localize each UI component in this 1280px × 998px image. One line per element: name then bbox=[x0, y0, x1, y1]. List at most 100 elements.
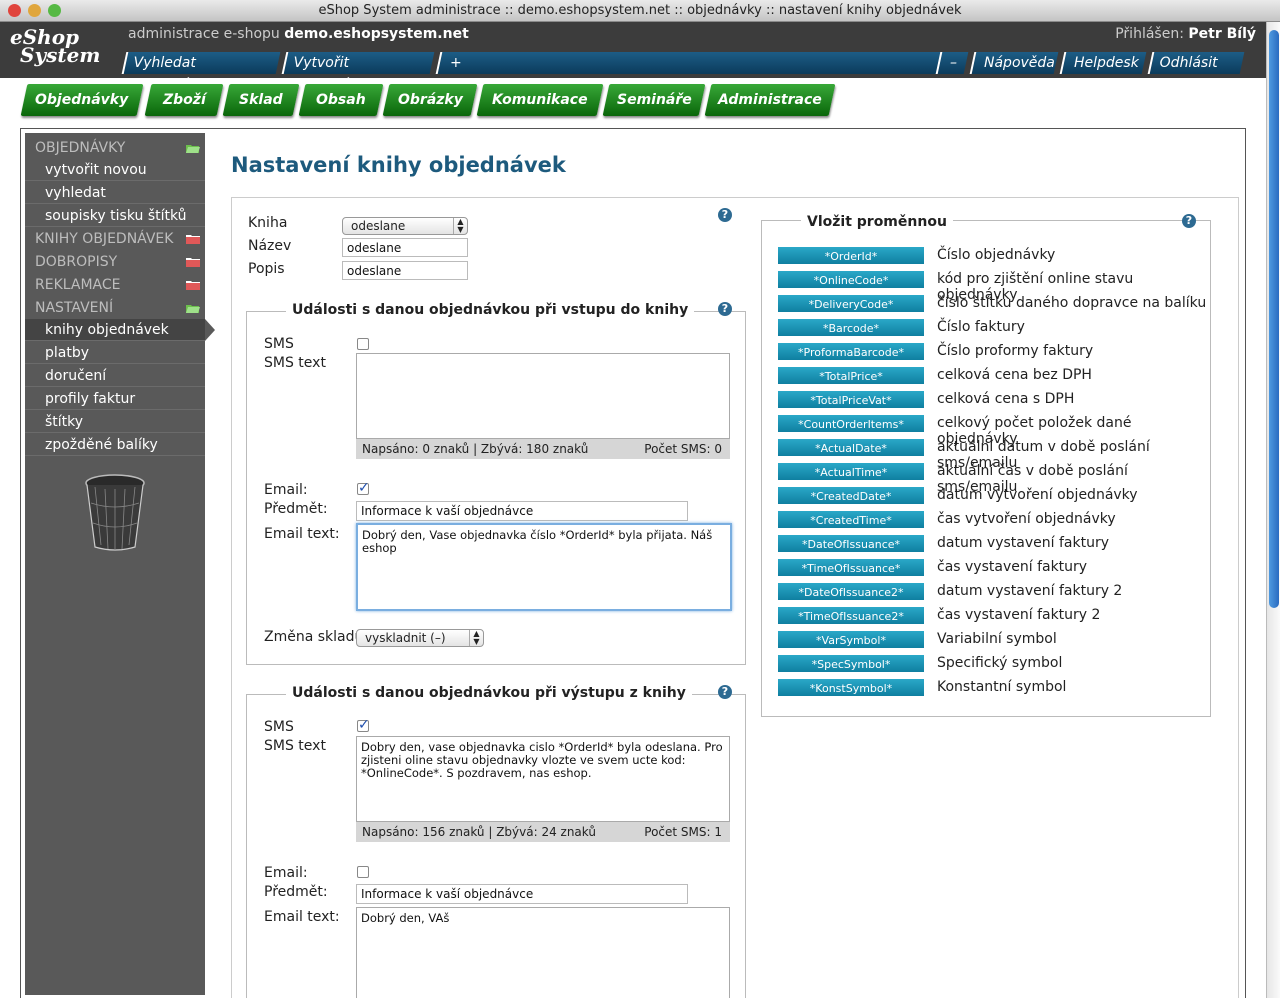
active-pointer-icon bbox=[205, 319, 215, 341]
variable-description: datum vystavení faktury bbox=[937, 535, 1109, 551]
variable-description: čas vytvoření objednávky bbox=[937, 511, 1116, 527]
sidebar-item-labels[interactable]: štítky bbox=[25, 411, 205, 433]
help-icon[interactable]: ? bbox=[718, 685, 732, 699]
insert-variable-button[interactable]: *KonstSymbol* bbox=[777, 678, 925, 697]
entry-email-checkbox[interactable] bbox=[357, 480, 370, 496]
nav-stock[interactable]: Sklad bbox=[222, 84, 300, 116]
insert-variable-button[interactable]: *OnlineCode* bbox=[777, 270, 925, 289]
content-panel: OBJEDNÁVKY vytvořit novou vyhledat soupi… bbox=[20, 128, 1246, 998]
sidebar-item-deliveries[interactable]: doručení bbox=[25, 365, 205, 387]
sidebar-item-invoice-profiles[interactable]: profily faktur bbox=[25, 388, 205, 410]
variable-description: datum vystavení faktury 2 bbox=[937, 583, 1123, 599]
exit-sms-label: SMS bbox=[264, 719, 294, 735]
admin-domain-line: administrace e-shopu demo.eshopsystem.ne… bbox=[128, 26, 469, 42]
insert-variable-button[interactable]: *TotalPriceVat* bbox=[777, 390, 925, 409]
insert-variable-button[interactable]: *CreatedTime* bbox=[777, 510, 925, 529]
nav-communication[interactable]: Komunikace bbox=[476, 84, 604, 116]
scrollbar-thumb[interactable] bbox=[1269, 30, 1279, 608]
sidebar-item-order-books[interactable]: knihy objednávek bbox=[25, 319, 205, 341]
nav-orders[interactable]: Objednávky bbox=[20, 84, 144, 116]
select-arrows-icon: ▲ ▼ bbox=[469, 630, 483, 646]
insert-variable-button[interactable]: *SpecSymbol* bbox=[777, 654, 925, 673]
sidebar-item-label: soupisky tisku štítků bbox=[45, 208, 187, 224]
sidebar-item-payments[interactable]: platby bbox=[25, 342, 205, 364]
close-window-button[interactable] bbox=[8, 4, 21, 17]
sidebar-item-search[interactable]: vyhledat bbox=[25, 182, 205, 204]
entry-email-textarea[interactable]: Dobrý den, Vase objednavka číslo *OrderI… bbox=[356, 523, 732, 611]
settings-form: Kniha odeslane ▲ ▼ Název odeslane Popis od… bbox=[231, 197, 1239, 998]
variable-description: Konstantní symbol bbox=[937, 679, 1067, 695]
sidebar-section-settings[interactable]: NASTAVENÍ bbox=[25, 297, 205, 319]
eshop-logo[interactable]: eShop System bbox=[10, 27, 110, 76]
sidebar-item-create-new[interactable]: vytvořit novou bbox=[25, 159, 205, 181]
sidebar-section-credit-notes[interactable]: DOBROPISY bbox=[25, 251, 205, 273]
page-title: Nastavení knihy objednávek bbox=[231, 153, 566, 177]
entry-stock-select[interactable]: vyskladnit (–) ▲ ▼ bbox=[356, 629, 484, 647]
logged-user: Přihlášen: Petr Bílý bbox=[1115, 26, 1256, 42]
insert-variable-button[interactable]: *DateOfIssuance2* bbox=[777, 582, 925, 601]
sidebar-item-label: platby bbox=[45, 345, 90, 361]
help-icon[interactable]: ? bbox=[718, 208, 732, 222]
nav-administration[interactable]: Administrace bbox=[704, 84, 836, 116]
search-order-tab[interactable]: Vyhledat objednávku bbox=[121, 52, 281, 93]
insert-variable-button[interactable]: *DateOfIssuance* bbox=[777, 534, 925, 553]
exit-email-textarea[interactable]: Dobrý den, VAš bbox=[356, 907, 730, 998]
sidebar-item-label-lists[interactable]: soupisky tisku štítků bbox=[25, 205, 205, 227]
entry-subject-label: Předmět: bbox=[264, 501, 328, 517]
insert-variable-button[interactable]: *ActualDate* bbox=[777, 438, 925, 457]
exit-subject-input[interactable]: Informace k vaší objednávce bbox=[356, 884, 688, 904]
insert-variable-button[interactable]: *ActualTime* bbox=[777, 462, 925, 481]
sidebar-section-orders[interactable]: OBJEDNÁVKY bbox=[25, 137, 205, 159]
exit-sms-checkbox[interactable] bbox=[357, 717, 370, 733]
name-label: Název bbox=[248, 238, 292, 254]
nav-goods[interactable]: Zboží bbox=[144, 84, 224, 116]
nav-content[interactable]: Obsah bbox=[298, 84, 384, 116]
help-icon[interactable]: ? bbox=[718, 302, 732, 316]
entry-sms-textarea[interactable] bbox=[356, 353, 730, 439]
exit-email-checkbox[interactable] bbox=[357, 866, 369, 878]
insert-variable-button[interactable]: *CreatedDate* bbox=[777, 486, 925, 505]
help-icon[interactable]: ? bbox=[1182, 214, 1196, 228]
insert-variable-button[interactable]: *DeliveryCode* bbox=[777, 294, 925, 313]
sidebar-section-books[interactable]: KNIHY OBJEDNÁVEK bbox=[25, 228, 205, 250]
create-order-tab[interactable]: Vytvořit objednávku bbox=[281, 52, 435, 93]
variable-description: čas vystavení faktury bbox=[937, 559, 1088, 575]
variable-description: Specifický symbol bbox=[937, 655, 1063, 671]
helpdesk-tab[interactable]: Helpdesk bbox=[1059, 52, 1147, 74]
book-select[interactable]: odeslane ▲ ▼ bbox=[342, 217, 468, 235]
description-input[interactable]: odeslane bbox=[342, 261, 468, 280]
insert-variable-button[interactable]: *CountOrderItems* bbox=[777, 414, 925, 433]
insert-variable-button[interactable]: *VarSymbol* bbox=[777, 630, 925, 649]
zoom-window-button[interactable] bbox=[48, 4, 61, 17]
logo-text-2: System bbox=[20, 43, 101, 67]
collapse-tab[interactable]: – bbox=[935, 52, 969, 74]
nav-seminars[interactable]: Semináře bbox=[602, 84, 706, 116]
nav-communication-label: Komunikace bbox=[492, 92, 588, 108]
entry-subject-input[interactable]: Informace k vaší objednávce bbox=[356, 501, 688, 521]
minimize-window-button[interactable] bbox=[28, 4, 41, 17]
insert-variable-button[interactable]: *OrderId* bbox=[777, 246, 925, 265]
trash-icon[interactable] bbox=[85, 473, 145, 553]
nav-images[interactable]: Obrázky bbox=[382, 84, 478, 116]
entry-sms-checkbox[interactable] bbox=[357, 338, 369, 350]
sidebar-item-label: knihy objednávek bbox=[45, 322, 169, 338]
exit-sms-counter: Napsáno: 156 znaků | Zbývá: 24 znaků Poče… bbox=[356, 822, 730, 842]
name-input[interactable]: odeslane bbox=[342, 238, 468, 257]
insert-variable-button[interactable]: *TotalPrice* bbox=[777, 366, 925, 385]
insert-variable-button[interactable]: *Barcode* bbox=[777, 318, 925, 337]
page-scrollbar[interactable] bbox=[1266, 22, 1280, 998]
help-tab[interactable]: Nápověda bbox=[969, 52, 1059, 74]
insert-variable-button[interactable]: *TimeOfIssuance2* bbox=[777, 606, 925, 625]
sidebar-item-label: doručení bbox=[45, 368, 107, 384]
book-label: Kniha bbox=[248, 215, 288, 231]
logged-prefix: Přihlášen: bbox=[1115, 26, 1189, 42]
sidebar-item-delayed-packages[interactable]: zpožděné balíky bbox=[25, 434, 205, 456]
nav-stock-label: Sklad bbox=[239, 92, 283, 108]
insert-variable-button[interactable]: *TimeOfIssuance* bbox=[777, 558, 925, 577]
insert-variable-button[interactable]: *ProformaBarcode* bbox=[777, 342, 925, 361]
sidebar-section-claims[interactable]: REKLAMACE bbox=[25, 274, 205, 296]
add-tab[interactable]: + bbox=[435, 52, 961, 74]
exit-sms-textarea[interactable]: Dobry den, vase objednavka cislo *OrderI… bbox=[356, 736, 730, 822]
logout-tab[interactable]: Odhlásit se bbox=[1147, 52, 1245, 93]
sidebar-section-orders-label: OBJEDNÁVKY bbox=[35, 140, 126, 156]
